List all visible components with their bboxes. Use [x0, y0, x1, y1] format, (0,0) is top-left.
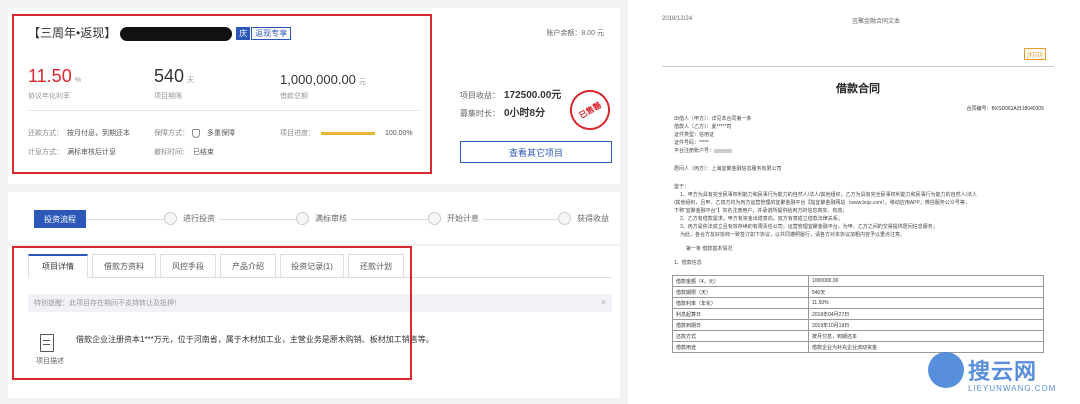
flow-step-interest: 开始计息: [428, 212, 483, 225]
contract-article-1: 第一条 借款基本情况: [686, 246, 733, 252]
flow-step-income: 获得收益: [558, 212, 613, 225]
contract-clause-1c: 下称“宜聚金融平台”】实名注册用户，并承诺所提供给丙方的信息真实、有效；: [674, 208, 848, 214]
contract-clause-1b: /其他组织，且甲、乙双方均为丙方运营管理的宜聚金融平台【指宜聚金融网站（www.…: [674, 200, 970, 206]
investment-flow: 投资流程 进行投资 满标审核 开始计息 获得收益: [8, 192, 620, 244]
fund-duration: 募集时长： 0小时8分: [460, 108, 546, 119]
contract-clause-3: 3、丙方是依法成立且有效存续的有限责任公司，运营管理宜聚金融平台，为甲、乙方之间…: [680, 224, 938, 230]
contract-clause-2: 2、乙方有借款需求，甲方有资金出借意向，双方有意成立借款法律关系；: [680, 216, 843, 222]
table-row: 还款方式 按月付息，到期还本: [672, 330, 1044, 342]
contract-title: 借款合同: [836, 83, 880, 95]
watermark-logo-icon: [928, 352, 964, 388]
contract-lender: 出借人（甲方）：详见本合同第一条: [674, 116, 752, 122]
contract-date: 2018/12/24: [662, 16, 693, 22]
print-button[interactable]: [打印]: [1024, 48, 1046, 60]
step-dot-icon: [164, 212, 177, 225]
highlight-tabs-box: [12, 246, 412, 380]
watermark-text: 搜云网: [968, 359, 1038, 384]
step-dot-icon: [296, 212, 309, 225]
contract-section-1: 1、借款信息: [674, 260, 702, 266]
contract-platform-id: 平台注册账户号：: [674, 148, 733, 154]
masked-value: [714, 148, 733, 153]
loan-info-table: 借款金额（¥，元） 1000000.00 借款期限（天） 540天 借款利率（年化）…: [672, 275, 1044, 353]
flow-step-invest: 进行投资: [164, 212, 219, 225]
highlight-product-box: [12, 14, 432, 174]
sold-out-stamp: 已售罄: [562, 82, 618, 138]
contract-whereas: 鉴于：: [674, 184, 690, 190]
table-row: 利息起算日 2018年04月27日: [672, 308, 1044, 320]
step-dot-icon: [558, 212, 571, 225]
loan-contract-document: 2018/12/24 宜聚金融合同文本 [打印] 借款合同 合同编号：BXSD0…: [640, 0, 1080, 404]
watermark-subtext: LIEYUNWANG.COM: [968, 384, 1057, 393]
table-row: 借款用途 借款企业为补充企业流动资金: [672, 341, 1044, 353]
flow-step-review: 满标审核: [296, 212, 351, 225]
account-balance: 账户余额：8.00 元: [546, 30, 604, 37]
flow-active-step: 投资流程: [34, 210, 86, 228]
contract-header: 宜聚金融合同文本: [852, 19, 901, 25]
contract-mediator: 居间人（丙方）：上海宜聚金融信息服务有限公司: [674, 166, 782, 172]
site-watermark: 搜云网 LIEYUNWANG.COM: [928, 352, 1078, 402]
close-icon[interactable]: ×: [601, 297, 606, 307]
table-row: 借款期限（天） 540天: [672, 286, 1044, 298]
contract-header-rule: [662, 66, 1054, 67]
contract-borrower: 借款人（乙方）：夏*****司: [674, 124, 732, 130]
contract-id-no: 证件号码：*****: [674, 140, 709, 146]
table-row: 借款到期日 2019年10月19日: [672, 319, 1044, 331]
step-dot-icon: [428, 212, 441, 225]
contract-number: 合同编号：BXSD061A日18040305: [966, 106, 1044, 112]
contract-id-type: 证件类型：信用证: [674, 132, 715, 138]
table-row: 借款利率（年化） 11.50%: [672, 297, 1044, 309]
contract-clause-4: 为此，各合方友好协商一致签订如下协议，以共同遵照履行，请各方对本协议加粗内容予以…: [680, 232, 906, 238]
contract-clause-1a: 1、甲方为具有完全民事权利能力和民事行为能力的自然人/法人/其他组织，乙方为具有…: [680, 192, 977, 198]
table-row: 借款金额（¥，元） 1000000.00: [672, 275, 1044, 287]
view-other-projects-button[interactable]: 查看其它项目: [460, 141, 612, 163]
project-income: 项目收益： 172500.00元: [460, 90, 562, 101]
